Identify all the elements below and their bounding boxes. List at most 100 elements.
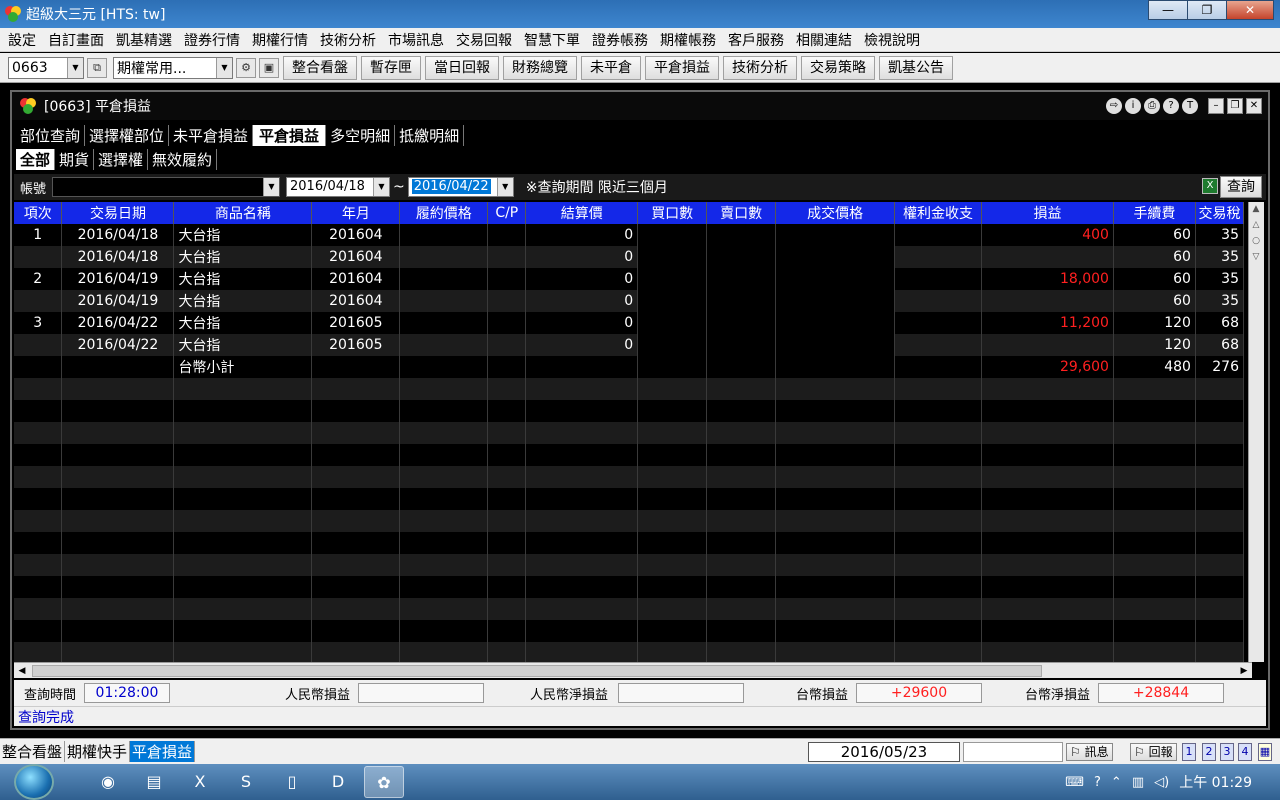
taskbar-clock[interactable]: 上午 01:29 — [1179, 772, 1252, 792]
menu-market-news[interactable]: 市場訊息 — [388, 30, 444, 50]
col-header-trade-date[interactable]: 交易日期 — [61, 202, 175, 224]
empty-table-row[interactable] — [14, 378, 1244, 400]
empty-table-row[interactable] — [14, 554, 1244, 576]
col-header-item-no[interactable]: 項次 — [14, 202, 63, 224]
child-minimize-button[interactable]: – — [1208, 98, 1224, 114]
query-button[interactable]: 查詢 — [1220, 176, 1262, 198]
trading-app-icon[interactable]: ✿ — [364, 766, 404, 798]
empty-table-row[interactable] — [14, 400, 1244, 422]
menu-links[interactable]: 相關連結 — [796, 30, 852, 50]
empty-table-row[interactable] — [14, 576, 1244, 598]
menu-stock-account[interactable]: 證券帳務 — [592, 30, 648, 50]
empty-table-row[interactable] — [14, 620, 1244, 642]
menu-help[interactable]: 檢視說明 — [864, 30, 920, 50]
bottom-tab-quick-trade[interactable]: 期權快手 — [65, 741, 131, 762]
grid-layout-icon[interactable]: ▦ — [1258, 743, 1272, 761]
menu-futures-quotes[interactable]: 期權行情 — [252, 30, 308, 50]
menu-trade-report[interactable]: 交易回報 — [456, 30, 512, 50]
tab-position-query[interactable]: 部位查詢 — [16, 124, 86, 146]
message-button[interactable]: ⚐ 訊息 — [1066, 743, 1113, 761]
scroll-top-icon[interactable]: ▲ — [1249, 204, 1263, 218]
bottom-tab-integrated-view[interactable]: 整合看盤 — [0, 741, 66, 762]
layout-2-button[interactable]: 2 — [1202, 743, 1216, 761]
subtab-options[interactable]: 選擇權 — [94, 148, 149, 170]
menu-kgi-picks[interactable]: 凱基精選 — [116, 30, 172, 50]
menu-futures-account[interactable]: 期權帳務 — [660, 30, 716, 50]
toolbar-announcement-button[interactable]: 凱基公告 — [879, 55, 953, 80]
toolbar-finance-overview-button[interactable]: 財務總覽 — [503, 55, 577, 80]
chevron-down-icon[interactable]: ▼ — [496, 178, 513, 196]
export-icon[interactable]: ⇨ — [1106, 98, 1122, 114]
code-combo[interactable]: 0663 ▼ — [8, 56, 84, 79]
tab-long-short-detail[interactable]: 多空明細 — [326, 124, 396, 146]
scroll-down-icon[interactable]: ▽ — [1249, 252, 1263, 266]
child-restore-button[interactable]: ❐ — [1227, 98, 1243, 114]
col-header-call-put[interactable]: C/P — [487, 202, 527, 224]
chrome-icon[interactable]: ◉ — [88, 766, 128, 798]
table-row[interactable]: 2016/04/19 大台指 201604 0 60 35 — [14, 290, 1244, 312]
bottom-tab-closed-pl[interactable]: 平倉損益 — [130, 741, 196, 762]
maximize-button[interactable]: ❐ — [1187, 0, 1227, 20]
menu-settings[interactable]: 設定 — [8, 30, 36, 50]
chevron-down-icon[interactable]: ▼ — [67, 57, 83, 78]
layout-1-button[interactable]: 1 — [1182, 743, 1196, 761]
layout-4-button[interactable]: 4 — [1238, 743, 1252, 761]
col-header-profit-loss[interactable]: 損益 — [981, 202, 1114, 224]
menu-smart-order[interactable]: 智慧下單 — [524, 30, 580, 50]
view-combo[interactable]: 期權常用... ▼ — [113, 56, 233, 79]
col-header-premium[interactable]: 權利金收支 — [894, 202, 983, 224]
toolbar-technical-button[interactable]: 技術分析 — [723, 55, 797, 80]
col-header-year-month[interactable]: 年月 — [311, 202, 401, 224]
date-from-field[interactable]: 2016/04/18 ▼ — [286, 177, 390, 197]
scroll-up-icon[interactable]: △ — [1249, 220, 1263, 234]
table-row[interactable]: 3 2016/04/22 大台指 201605 0 11,200 120 68 — [14, 312, 1244, 334]
search-window-icon[interactable]: ⧉ — [87, 57, 107, 78]
help-icon[interactable]: ? — [1163, 98, 1179, 114]
horizontal-scrollbar[interactable]: ◀ ▶ — [14, 662, 1252, 678]
info-icon[interactable]: i — [1125, 98, 1141, 114]
document-icon[interactable]: ▯ — [272, 766, 312, 798]
subtab-all[interactable]: 全部 — [16, 148, 56, 170]
col-header-strike-price[interactable]: 履約價格 — [399, 202, 489, 224]
date-to-field[interactable]: 2016/04/22 ▼ — [407, 177, 514, 197]
tab-collateral-detail[interactable]: 抵繳明細 — [395, 124, 465, 146]
empty-table-row[interactable] — [14, 598, 1244, 620]
col-header-tax[interactable]: 交易稅 — [1195, 202, 1244, 224]
excel-export-icon[interactable]: X — [1202, 178, 1218, 194]
tab-open-pl[interactable]: 未平倉損益 — [169, 124, 254, 146]
report-button[interactable]: ⚐ 回報 — [1130, 743, 1177, 761]
menu-customer-service[interactable]: 客戶服務 — [728, 30, 784, 50]
toolbar-daily-report-button[interactable]: 當日回報 — [425, 55, 499, 80]
table-row[interactable]: 台幣小計 29,600 480 276 — [14, 356, 1244, 378]
layout-3-button[interactable]: 3 — [1220, 743, 1234, 761]
empty-table-row[interactable] — [14, 466, 1244, 488]
tab-options-position[interactable]: 選擇權部位 — [85, 124, 170, 146]
scroll-right-icon[interactable]: ▶ — [1236, 663, 1252, 679]
keyboard-icon[interactable]: ⌨ — [1065, 775, 1084, 790]
toolbar-closed-pl-button[interactable]: 平倉損益 — [645, 55, 719, 80]
scroll-center-icon[interactable]: ○ — [1249, 236, 1263, 250]
print-icon[interactable]: ⎙ — [1144, 98, 1160, 114]
col-header-fee[interactable]: 手續費 — [1113, 202, 1196, 224]
subtab-invalid-exercise[interactable]: 無效履約 — [148, 148, 218, 170]
menu-custom-screen[interactable]: 自訂畫面 — [48, 30, 104, 50]
table-row[interactable]: 2 2016/04/19 大台指 201604 0 18,000 60 35 — [14, 268, 1244, 290]
table-row[interactable]: 2016/04/18 大台指 201604 0 60 35 — [14, 246, 1244, 268]
minimize-button[interactable]: — — [1148, 0, 1188, 20]
empty-table-row[interactable] — [14, 422, 1244, 444]
tab-closed-pl[interactable]: 平倉損益 — [253, 124, 327, 146]
scroll-left-icon[interactable]: ◀ — [14, 663, 30, 679]
help-tray-icon[interactable]: ? — [1094, 775, 1101, 790]
chevron-down-icon[interactable]: ▼ — [373, 178, 389, 196]
subtab-futures[interactable]: 期貨 — [55, 148, 95, 170]
network-icon[interactable]: ▥ — [1132, 775, 1144, 790]
empty-table-row[interactable] — [14, 532, 1244, 554]
toolbar-integrated-view-button[interactable]: 整合看盤 — [283, 55, 357, 80]
menu-stock-quotes[interactable]: 證券行情 — [184, 30, 240, 50]
scroll-thumb[interactable] — [32, 665, 1042, 677]
empty-table-row[interactable] — [14, 444, 1244, 466]
show-hidden-icon[interactable]: ⌃ — [1111, 775, 1122, 790]
app-d-icon[interactable]: D — [318, 766, 358, 798]
menu-technical-analysis[interactable]: 技術分析 — [320, 30, 376, 50]
toolbar-temp-storage-button[interactable]: 暫存匣 — [361, 55, 421, 80]
